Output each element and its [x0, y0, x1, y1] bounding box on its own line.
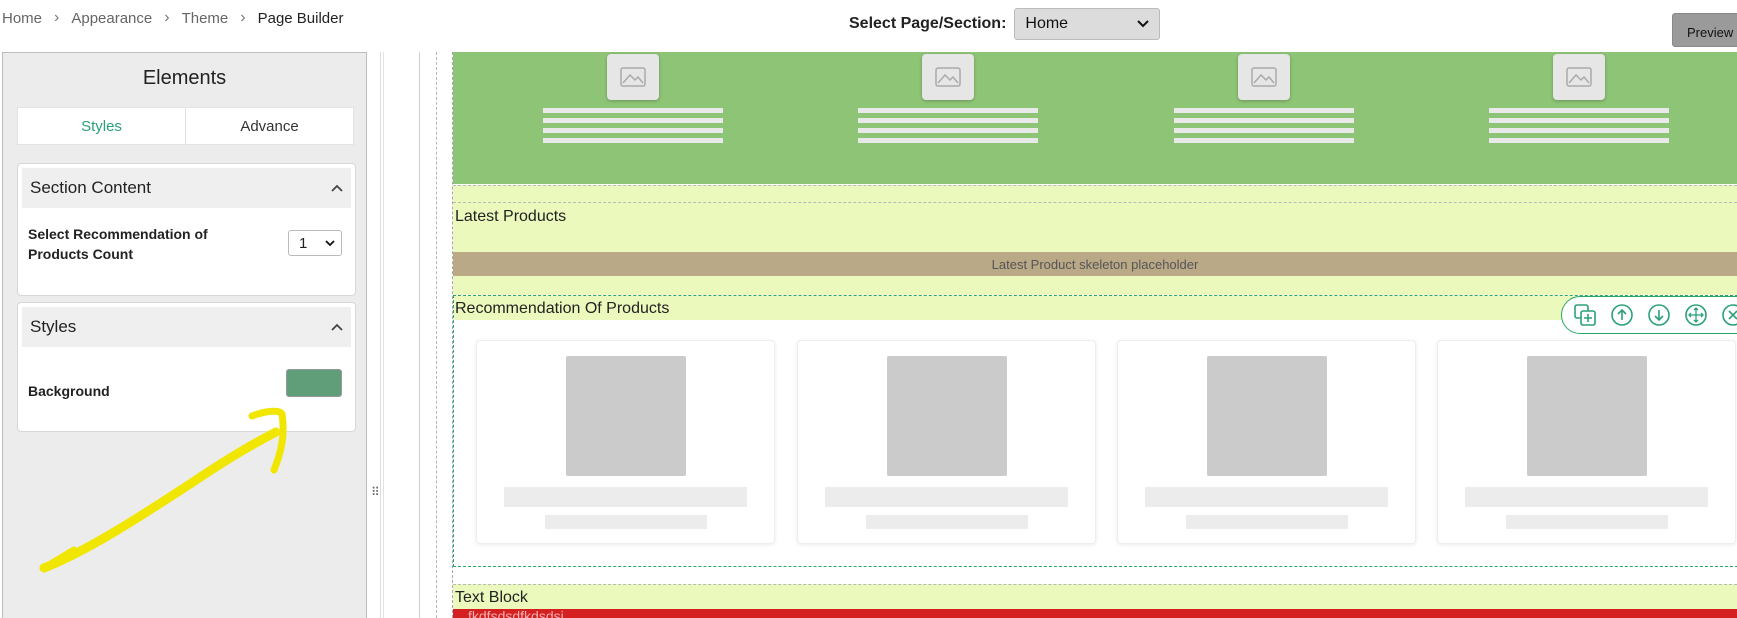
product-card: [1117, 340, 1416, 544]
breadcrumb-appearance[interactable]: Appearance: [71, 10, 152, 27]
text-line: [1174, 128, 1354, 133]
product-price-placeholder: [1186, 515, 1348, 529]
image-placeholder-icon: [1553, 54, 1605, 100]
section-content-card: Section Content Select Recommendation of…: [17, 163, 356, 296]
breadcrumb-page-builder: Page Builder: [257, 9, 344, 27]
panel-resize-handle[interactable]: ⠿: [371, 485, 380, 499]
feature-item: [1174, 52, 1354, 184]
page-builder-screen: Home › Appearance › Theme › Page Builder…: [0, 0, 1737, 618]
text-line: [1174, 138, 1354, 143]
section-content-title: Section Content: [30, 178, 151, 197]
section-content-header[interactable]: Section Content: [22, 168, 351, 208]
drag-move-icon[interactable]: [1683, 302, 1709, 328]
image-placeholder-icon: [922, 54, 974, 100]
text-line: [1174, 108, 1354, 113]
product-image-placeholder: [1207, 356, 1327, 476]
canvas-guide-dashed: [436, 52, 437, 618]
annotation-arrow: [39, 407, 287, 573]
text-line: [543, 118, 723, 123]
tab-styles[interactable]: Styles: [18, 108, 185, 144]
canvas-border: [383, 52, 384, 618]
recommendation-count-select[interactable]: 1: [288, 230, 342, 256]
breadcrumb: Home › Appearance › Theme › Page Builder: [2, 9, 344, 27]
text-line: [1489, 138, 1669, 143]
image-placeholder-icon: [1238, 54, 1290, 100]
page-section-select[interactable]: Home: [1014, 8, 1161, 40]
duplicate-icon[interactable]: [1572, 302, 1598, 328]
chevron-up-icon: [331, 184, 343, 192]
text-line: [858, 118, 1038, 123]
recommendation-title: Recommendation Of Products: [455, 300, 670, 317]
styles-header[interactable]: Styles: [22, 307, 351, 347]
product-card: [1437, 340, 1736, 544]
background-color-swatch[interactable]: [286, 369, 342, 397]
product-name-placeholder: [1465, 487, 1708, 507]
text-line: [543, 128, 723, 133]
text-line: [858, 128, 1038, 133]
text-line: [1489, 128, 1669, 133]
recommendation-count-value: 1: [299, 234, 308, 252]
product-name-placeholder: [504, 487, 747, 507]
text-line: [1489, 118, 1669, 123]
panel-title: Elements: [142, 67, 227, 89]
section-toolbar: [1561, 296, 1737, 334]
recommendation-count-label: Select Recommendation of Products Count: [28, 226, 208, 262]
text-line: [1489, 108, 1669, 113]
canvas-guide: [419, 52, 420, 618]
text-line: [1174, 118, 1354, 123]
product-card: [476, 340, 775, 544]
move-down-icon[interactable]: [1646, 302, 1672, 328]
chevron-right-icon: ›: [240, 9, 246, 26]
latest-products-title: Latest Products: [455, 208, 567, 225]
text-block-section[interactable]: [453, 584, 1737, 610]
feature-item: [543, 52, 723, 184]
background-label: Background: [28, 383, 110, 399]
page-select-value: Home: [1025, 15, 1069, 32]
chevron-right-icon: ›: [54, 9, 60, 26]
text-block-preview: fkdfsdsdfkdsdsi: [468, 608, 564, 618]
chevron-right-icon: ›: [164, 9, 170, 26]
product-price-placeholder: [1506, 515, 1668, 529]
styles-title: Styles: [30, 317, 77, 336]
image-placeholder-icon: [607, 54, 659, 100]
breadcrumb-theme[interactable]: Theme: [182, 10, 229, 27]
chevron-down-icon: [1137, 20, 1150, 28]
text-line: [858, 108, 1038, 113]
latest-products-placeholder: Latest Product skeleton placeholder: [453, 252, 1737, 276]
product-card: [797, 340, 1096, 544]
chevron-up-icon: [331, 323, 343, 331]
panel-tabs: Styles Advance: [17, 107, 354, 145]
page-section-selector: Select Page/Section: Home: [849, 8, 1161, 40]
move-up-icon[interactable]: [1609, 302, 1635, 328]
tab-advance[interactable]: Advance: [185, 108, 353, 144]
page-select-label: Select Page/Section:: [849, 15, 1007, 32]
text-block-content: [453, 609, 1737, 618]
text-line: [543, 138, 723, 143]
product-price-placeholder: [866, 515, 1028, 529]
section-divider: [453, 202, 1737, 203]
features-section[interactable]: [453, 52, 1737, 184]
feature-item: [858, 52, 1038, 184]
close-icon[interactable]: [1720, 302, 1737, 328]
preview-button[interactable]: Preview: [1672, 13, 1737, 47]
chevron-down-icon: [325, 239, 335, 246]
feature-item: [1489, 52, 1669, 184]
text-block-title: Text Block: [455, 589, 528, 606]
product-price-placeholder: [545, 515, 707, 529]
product-image-placeholder: [1527, 356, 1647, 476]
breadcrumb-home[interactable]: Home: [2, 10, 42, 27]
product-image-placeholder: [566, 356, 686, 476]
product-image-placeholder: [887, 356, 1007, 476]
text-line: [858, 138, 1038, 143]
text-line: [543, 108, 723, 113]
product-name-placeholder: [1145, 487, 1388, 507]
product-name-placeholder: [825, 487, 1068, 507]
